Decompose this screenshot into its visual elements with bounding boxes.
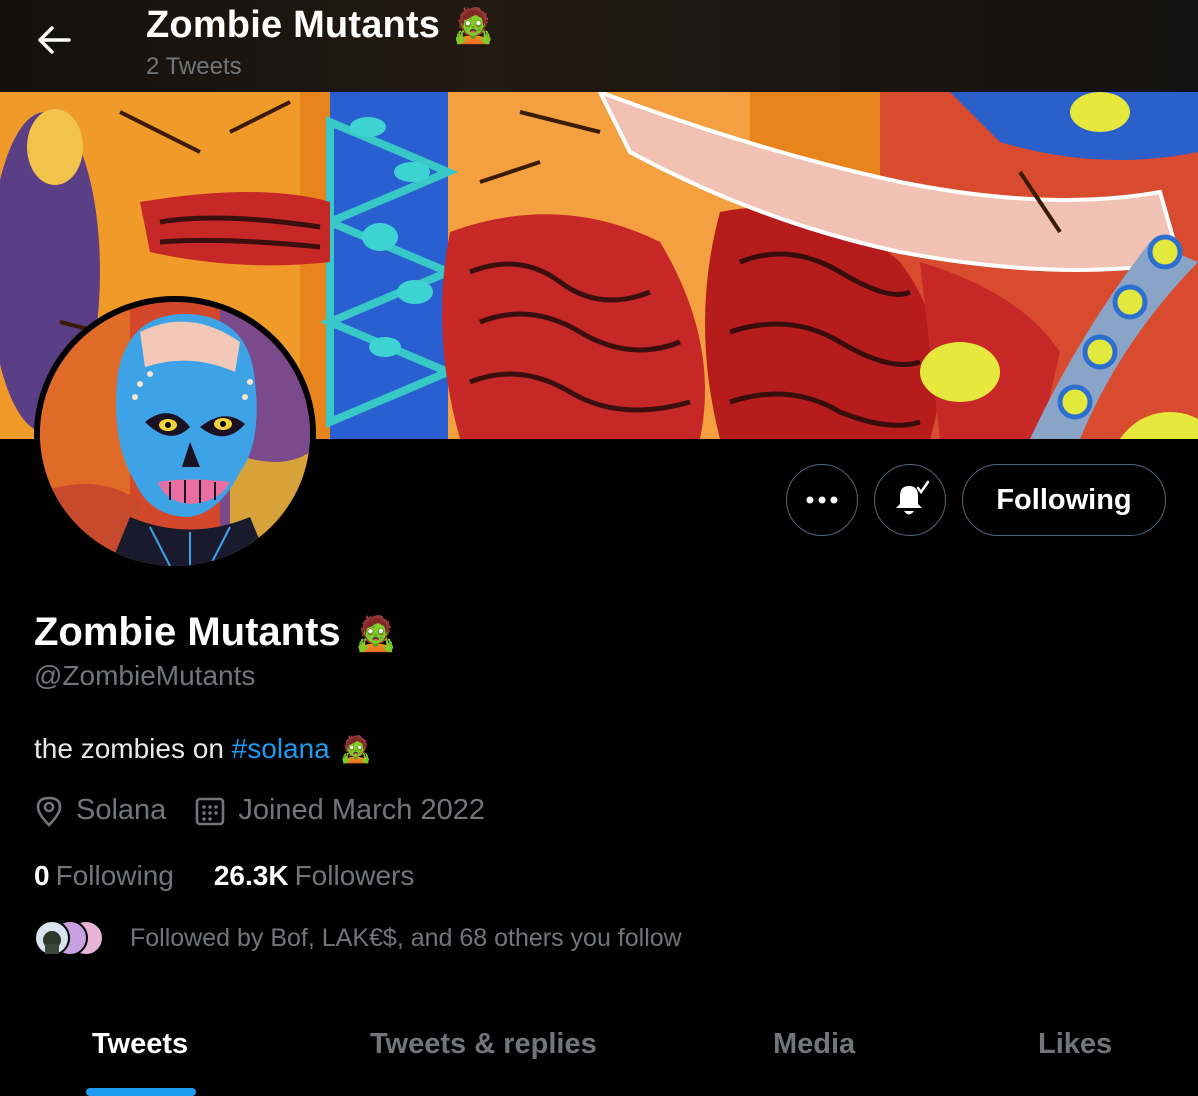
following-button[interactable]: Following xyxy=(962,464,1166,536)
avatar xyxy=(34,920,70,956)
zombie-emoji-icon: 🧟 xyxy=(452,7,495,45)
following-count-link[interactable]: 0 Following xyxy=(34,860,174,892)
back-button[interactable] xyxy=(28,14,80,66)
profile-name: Zombie Mutants 🧟 xyxy=(34,610,398,654)
tab-likes[interactable]: Likes xyxy=(1038,1028,1112,1061)
mutual-avatars xyxy=(34,918,108,958)
more-options-button[interactable] xyxy=(786,464,858,536)
joined-item: Joined March 2022 xyxy=(194,794,485,827)
tab-tweets[interactable]: Tweets xyxy=(92,1028,188,1061)
zombie-avatar-image xyxy=(40,302,310,566)
followed-by[interactable]: Followed by Bof, LAK€$, and 68 others yo… xyxy=(34,918,682,958)
follow-stats: 0 Following 26.3K Followers xyxy=(34,860,454,892)
followers-count-link[interactable]: 26.3K Followers xyxy=(214,860,415,892)
profile-bio: the zombies on #solana 🧟 xyxy=(34,733,373,764)
top-header: Zombie Mutants 🧟 2 Tweets xyxy=(0,0,1198,92)
more-dots-icon xyxy=(806,496,838,504)
tab-media[interactable]: Media xyxy=(773,1028,855,1061)
tab-tweets-replies[interactable]: Tweets & replies xyxy=(370,1028,597,1061)
zombie-emoji-icon: 🧟 xyxy=(354,615,398,653)
followed-by-text: Followed by Bof, LAK€$, and 68 others yo… xyxy=(130,923,682,952)
active-tab-indicator xyxy=(86,1088,196,1096)
hashtag-link[interactable]: #solana xyxy=(232,733,330,764)
calendar-icon xyxy=(196,797,225,825)
notifications-button[interactable] xyxy=(874,464,946,536)
header-title: Zombie Mutants 🧟 xyxy=(146,4,495,46)
tweet-count: 2 Tweets xyxy=(146,53,242,80)
location-item: Solana xyxy=(34,794,166,827)
profile-avatar[interactable] xyxy=(34,296,316,572)
profile-handle: @ZombieMutants xyxy=(34,660,256,691)
zombie-emoji-icon: 🧟 xyxy=(339,734,373,764)
bell-check-icon xyxy=(896,480,930,515)
profile-tabs: Tweets Tweets & replies Media Likes xyxy=(0,1010,1198,1096)
avatar-image xyxy=(43,931,61,954)
profile-meta: Solana Joined March 2022 xyxy=(34,794,513,827)
location-pin-icon xyxy=(36,796,62,827)
arrow-left-icon xyxy=(38,26,71,54)
